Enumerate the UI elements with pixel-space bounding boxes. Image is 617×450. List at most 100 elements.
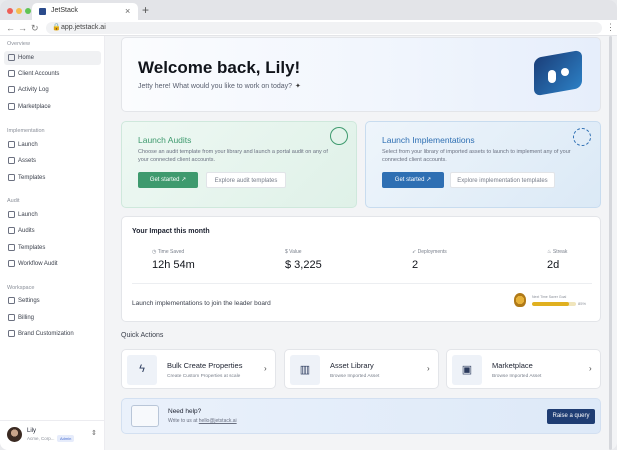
metric-time-saved: ◷ Time Saved 12h 54m — [152, 249, 252, 271]
quick-action-name: Marketplace — [492, 361, 533, 370]
sidebar-item-home[interactable]: Home — [4, 51, 101, 65]
metric-value: $ 3,225 — [285, 259, 322, 271]
new-tab-button[interactable]: + — [142, 2, 149, 18]
trophy-icon — [514, 293, 526, 307]
sidebar-item-billing[interactable]: Billing — [4, 311, 101, 325]
metric-value: 2 — [412, 259, 419, 271]
role-badge: Admin — [57, 435, 75, 442]
maximize-window-dot[interactable] — [25, 8, 31, 14]
flame-icon: ♨ — [547, 249, 552, 255]
dollar-icon: $ — [285, 249, 288, 255]
sidebar-item-audit-templates[interactable]: Templates — [4, 241, 101, 255]
sidebar-item-impl-launch[interactable]: Launch — [4, 138, 101, 152]
logo-mark-dot — [561, 68, 569, 76]
sidebar-section-overview: Overview — [7, 41, 30, 47]
explore-audit-templates-button[interactable]: Explore audit templates — [206, 172, 286, 188]
scrollbar[interactable] — [609, 36, 612, 450]
help-email-link[interactable]: hello@jetstack.ai — [199, 418, 237, 424]
sidebar-item-label: Assets — [18, 157, 37, 164]
minimize-window-dot[interactable] — [16, 8, 22, 14]
goal-progress-bar — [532, 302, 576, 306]
launch-implementations-desc: Select from your library of imported ass… — [382, 149, 571, 163]
launch-audits-title: Launch Audits — [138, 135, 192, 145]
sidebar-item-label: Templates — [18, 174, 46, 181]
document-icon — [8, 174, 15, 181]
launch-audits-card: Launch Audits Choose an audit template f… — [121, 121, 357, 208]
audit-target-icon — [330, 127, 348, 145]
launch-implementations-title: Launch Implementations — [382, 135, 475, 145]
close-window-dot[interactable] — [7, 8, 13, 14]
page-title: Welcome back, Lily! — [138, 58, 301, 77]
avatar — [7, 427, 22, 442]
raise-query-button[interactable]: Raise a query — [547, 409, 595, 424]
sidebar-item-label: Launch — [18, 141, 38, 148]
sidebar-item-workflow-audit[interactable]: Workflow Audit — [4, 257, 101, 271]
sidebar-item-label: Audits — [18, 227, 35, 234]
sidebar-item-impl-templates[interactable]: Templates — [4, 171, 101, 185]
back-icon[interactable]: ← — [6, 22, 15, 34]
search-icon — [8, 227, 15, 234]
sidebar-item-audits[interactable]: Audits — [4, 224, 101, 238]
quick-action-bulk-create[interactable]: ϟ Bulk Create Properties Create Custom P… — [121, 349, 276, 389]
sidebar-item-label: Brand Customization — [18, 330, 74, 337]
bolt-icon: ϟ — [127, 355, 157, 385]
explore-implementation-templates-button[interactable]: Explore implementation templates — [450, 172, 555, 188]
sidebar-item-client-accounts[interactable]: Client Accounts — [4, 67, 101, 81]
metric-deployments: ➶ Deployments 2 — [412, 249, 512, 271]
lock-icon: 🔒 — [52, 24, 61, 31]
quick-action-asset-library[interactable]: ▥ Asset Library Browse Imported Asset › — [284, 349, 439, 389]
home-icon — [8, 54, 15, 61]
sidebar-item-audit-launch[interactable]: Launch — [4, 208, 101, 222]
clock-icon: ◷ — [152, 249, 157, 255]
implementations-get-started-button[interactable]: Get started ↗ — [382, 172, 444, 188]
sidebar-section-workspace: Workspace — [7, 285, 35, 291]
help-title: Need help? — [168, 408, 202, 415]
chevron-updown-icon[interactable]: ⇕ — [91, 429, 97, 437]
quick-action-sub: Create Custom Properties at scale — [167, 374, 241, 379]
quick-action-marketplace[interactable]: ▣ Marketplace Browse Imported Asset › — [446, 349, 601, 389]
sidebar-item-settings[interactable]: Settings — [4, 294, 101, 308]
reload-icon[interactable]: ↻ — [31, 22, 39, 34]
goal-progress-label: Next Time Saver Goal — [532, 295, 567, 299]
workflow-icon — [8, 260, 15, 267]
goal-progress-fill — [532, 302, 570, 306]
browser-menu-icon[interactable]: ⋮ — [606, 21, 615, 33]
launch-audits-desc: Choose an audit template from your libra… — [138, 149, 328, 163]
divider — [132, 283, 592, 284]
sidebar-item-brand-customization[interactable]: Brand Customization — [4, 327, 101, 341]
metric-label: Streak — [552, 249, 568, 255]
address-bar[interactable]: 🔒 app.jetstack.ai — [46, 22, 602, 34]
audits-get-started-button[interactable]: Get started ↗ — [138, 172, 198, 188]
help-subtitle: Write to us at hello@jetstack.ai — [168, 418, 237, 424]
button-label: Get started — [394, 177, 425, 183]
sidebar-item-activity-log[interactable]: Activity Log — [4, 83, 101, 97]
gear-icon — [8, 297, 15, 304]
rocket-icon: ➶ — [412, 249, 417, 255]
chevron-right-icon: › — [427, 364, 430, 373]
sidebar-item-label: Workflow Audit — [18, 260, 58, 267]
mail-illustration-icon — [131, 405, 159, 427]
tab-bar: JetStack × + — [0, 0, 617, 20]
quick-actions-title: Quick Actions — [121, 332, 164, 339]
impact-card: Your Impact this month ◷ Time Saved 12h … — [121, 216, 601, 322]
arrow-up-right-icon: ↗ — [181, 177, 187, 183]
sidebar-item-marketplace[interactable]: Marketplace — [4, 100, 101, 114]
user-menu[interactable]: Lily Acme, Corp... Admin ⇕ — [0, 420, 104, 450]
url-text: app.jetstack.ai — [61, 24, 106, 31]
user-org: Acme, Corp... — [27, 436, 55, 441]
quick-action-sub: Browse Imported Asset — [492, 374, 542, 379]
forward-icon[interactable]: → — [18, 22, 27, 34]
palette-icon — [8, 330, 15, 337]
quick-action-name: Asset Library — [330, 361, 374, 370]
button-label: Get started — [149, 177, 180, 183]
sidebar-item-label: Home — [18, 54, 35, 61]
user-name: Lily — [27, 428, 37, 434]
bag-icon: ▣ — [452, 355, 482, 385]
quick-action-name: Bulk Create Properties — [167, 361, 243, 370]
tab-close-icon[interactable]: × — [125, 5, 130, 17]
browser-tab[interactable]: JetStack × — [32, 3, 138, 20]
sidebar-item-label: Client Accounts — [18, 70, 60, 77]
metric-value: 2d — [547, 259, 560, 271]
sidebar-item-assets[interactable]: Assets — [4, 154, 101, 168]
sparkle-icon: ✦ — [295, 83, 301, 90]
